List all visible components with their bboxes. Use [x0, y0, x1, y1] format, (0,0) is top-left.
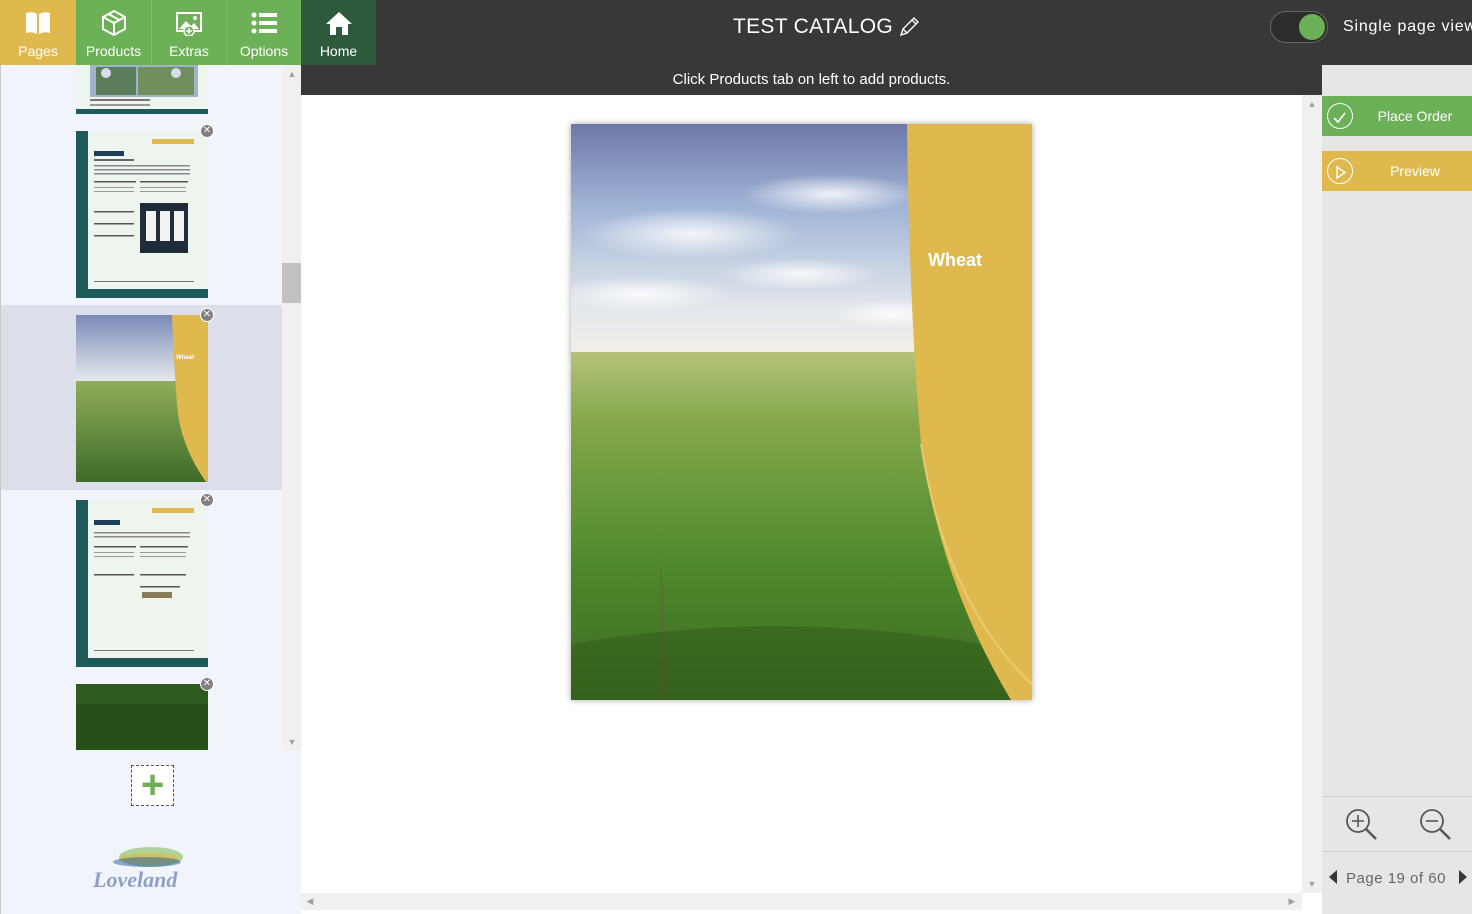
- page-thumbnail-21-image: [76, 684, 208, 750]
- page-thumbnail-21[interactable]: ✕: [76, 677, 214, 750]
- page-thumbnail-19-image: Wheat: [76, 315, 208, 482]
- tab-products[interactable]: Products: [76, 0, 151, 65]
- single-page-view-toggle[interactable]: [1270, 11, 1328, 43]
- canvas-horizontal-scrollbar[interactable]: ◀ ▶: [301, 893, 1302, 910]
- right-panel: Place Order Preview Page 19 of 60: [1322, 65, 1472, 914]
- preview-button[interactable]: Preview: [1322, 151, 1472, 191]
- check-circle-icon: [1327, 103, 1353, 129]
- tab-home-label: Home: [319, 43, 358, 59]
- scroll-down-arrow[interactable]: ▼: [285, 736, 299, 748]
- page-thumbnail-18-image: [76, 131, 208, 298]
- previous-page-icon[interactable]: [1328, 870, 1338, 884]
- book-icon: [26, 12, 50, 34]
- tab-extras[interactable]: Extras: [151, 0, 226, 65]
- canvas-vertical-scrollbar[interactable]: ▲ ▼: [1302, 95, 1322, 893]
- remove-page-button[interactable]: ✕: [200, 308, 214, 322]
- wheat-cover-page: Wheat: [571, 124, 1032, 700]
- place-order-button[interactable]: Place Order: [1322, 96, 1472, 136]
- catalog-title: TEST CATALOG: [733, 15, 893, 38]
- place-order-label: Place Order: [1377, 108, 1453, 124]
- zoom-out-icon[interactable]: [1418, 807, 1452, 841]
- scroll-left-arrow[interactable]: ◀: [303, 895, 317, 907]
- add-page-button[interactable]: +: [131, 765, 174, 806]
- list-icon: [251, 12, 277, 34]
- page-indicator: Page 19 of 60: [1346, 870, 1446, 887]
- page-thumbnail-20-image: [76, 500, 208, 667]
- page-preview[interactable]: Wheat: [571, 124, 1032, 700]
- image-add-icon: [176, 12, 202, 36]
- tab-products-label: Products: [85, 43, 142, 59]
- single-page-view-label: Single page view: [1343, 18, 1472, 35]
- page-navigator: Page 19 of 60: [1322, 863, 1472, 893]
- edit-title-pencil-icon[interactable]: [898, 16, 920, 38]
- tab-options-label: Options: [239, 43, 289, 59]
- tab-options[interactable]: Options: [226, 0, 301, 65]
- scroll-up-arrow[interactable]: ▲: [285, 68, 299, 80]
- page-thumbnail-17-image: [76, 65, 208, 114]
- instruction-message: Click Products tab on left to add produc…: [301, 65, 1322, 95]
- remove-page-button[interactable]: ✕: [200, 677, 214, 691]
- page-thumbnail-17[interactable]: [76, 65, 208, 114]
- tab-pages[interactable]: Pages: [0, 0, 76, 65]
- remove-page-button[interactable]: ✕: [200, 124, 214, 138]
- loveland-logo: Loveland: [92, 847, 183, 892]
- preview-label: Preview: [1390, 163, 1440, 179]
- tab-home[interactable]: Home: [301, 0, 376, 65]
- page-thumbnail-20[interactable]: ✕: [76, 493, 214, 667]
- page-heading: Wheat: [928, 250, 982, 270]
- thumbnail-heading: Wheat: [176, 355, 194, 361]
- next-page-icon[interactable]: [1458, 870, 1468, 884]
- scroll-right-arrow[interactable]: ▶: [1285, 895, 1299, 907]
- tab-extras-label: Extras: [169, 43, 209, 59]
- page-thumbnail-18[interactable]: ✕: [76, 124, 214, 298]
- sidebar-scroll-thumb[interactable]: [282, 263, 301, 303]
- scroll-down-arrow[interactable]: ▼: [1305, 878, 1319, 890]
- zoom-in-icon[interactable]: [1344, 807, 1378, 841]
- box-icon: [101, 10, 126, 36]
- sidebar-scrollbar[interactable]: ▲ ▼: [282, 65, 301, 750]
- zoom-controls: [1322, 796, 1472, 852]
- remove-page-button[interactable]: ✕: [200, 493, 214, 507]
- toggle-knob: [1299, 14, 1325, 40]
- page-thumbnail-19[interactable]: Wheat ✕: [76, 308, 214, 482]
- pages-sidebar: ✕ Wheat ✕ ✕ ✕ ▲ ▼ + Loveland: [0, 65, 301, 914]
- home-icon: [325, 12, 352, 35]
- logo-text: Loveland: [92, 867, 178, 892]
- top-toolbar: Pages Products Extras Options Home TEST …: [0, 0, 1472, 65]
- play-circle-icon: [1327, 158, 1353, 184]
- tab-pages-label: Pages: [18, 43, 58, 59]
- scroll-up-arrow[interactable]: ▲: [1305, 98, 1319, 110]
